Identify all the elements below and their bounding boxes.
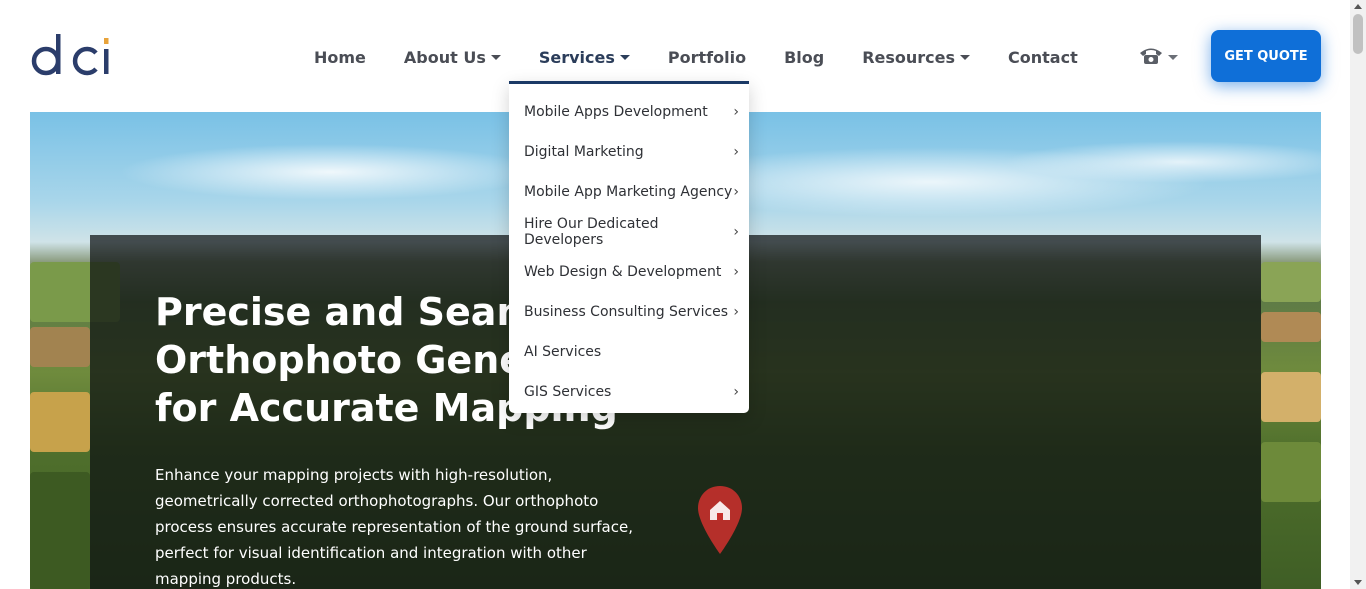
nav-resources[interactable]: Resources — [862, 45, 971, 69]
menu-item-web-design-development[interactable]: Web Design & Development › — [509, 252, 749, 292]
page: Home About Us Services Portfolio Blog Re… — [0, 0, 1366, 589]
phone-dropdown[interactable] — [1138, 45, 1178, 65]
nav-contact[interactable]: Contact — [1008, 45, 1078, 69]
caret-down-icon — [619, 54, 630, 60]
menu-item-hire-dedicated-developers[interactable]: Hire Our Dedicated Developers › — [509, 212, 749, 252]
nav-blog-label: Blog — [784, 47, 825, 67]
menu-item-label: Business Consulting Services — [524, 304, 729, 320]
phone-icon — [1140, 48, 1162, 64]
nav-home[interactable]: Home — [314, 45, 366, 69]
nav-blog[interactable]: Blog — [784, 45, 824, 69]
landscape-field — [30, 327, 90, 367]
landscape-field — [30, 472, 90, 589]
chevron-right-icon: › — [733, 104, 739, 120]
nav-contact-label: Contact — [1008, 47, 1078, 67]
menu-item-label: GIS Services — [524, 384, 612, 400]
menu-item-mobile-apps-development[interactable]: Mobile Apps Development › — [509, 92, 749, 132]
nav-home-label: Home — [314, 47, 366, 67]
landscape-field — [30, 392, 90, 452]
nav-portfolio-label: Portfolio — [667, 47, 747, 67]
nav-about-us-label: About Us — [403, 47, 486, 67]
main-nav: Home About Us Services Portfolio Blog Re… — [314, 45, 1116, 69]
chevron-right-icon: › — [733, 224, 739, 240]
landscape-field — [1261, 372, 1321, 422]
nav-portfolio[interactable]: Portfolio — [668, 45, 746, 69]
get-quote-label: GET QUOTE — [1224, 48, 1308, 64]
menu-item-gis-services[interactable]: GIS Services › — [509, 372, 749, 412]
chevron-right-icon: › — [733, 304, 739, 320]
menu-item-digital-marketing[interactable]: Digital Marketing › — [509, 132, 749, 172]
caret-down-icon — [490, 54, 501, 60]
map-pin-icon — [698, 486, 742, 554]
menu-item-label: Mobile App Marketing Agency — [524, 184, 733, 200]
menu-item-ai-services[interactable]: AI Services — [509, 332, 749, 372]
dci-logo-icon — [31, 34, 109, 76]
nav-about-us[interactable]: About Us — [404, 45, 501, 69]
hero-description: Enhance your mapping projects with high-… — [155, 466, 633, 588]
caret-down-icon — [1168, 54, 1178, 60]
menu-item-mobile-app-marketing-agency[interactable]: Mobile App Marketing Agency › — [509, 172, 749, 212]
landscape-field — [1261, 312, 1321, 342]
site-logo[interactable] — [30, 30, 120, 82]
menu-item-label: Mobile Apps Development — [524, 104, 708, 120]
chevron-right-icon: › — [733, 264, 739, 280]
nav-services[interactable]: Services — [539, 45, 630, 69]
menu-item-label: Hire Our Dedicated Developers — [524, 216, 659, 248]
scroll-up-arrow-icon[interactable] — [1354, 4, 1362, 9]
get-quote-button[interactable]: GET QUOTE — [1211, 30, 1321, 82]
caret-down-icon — [960, 54, 971, 60]
landscape-field — [1261, 442, 1321, 502]
nav-services-label: Services — [538, 47, 615, 67]
menu-item-label: Digital Marketing — [524, 144, 644, 160]
nav-resources-label: Resources — [862, 47, 956, 67]
landscape-field — [1261, 262, 1321, 302]
services-dropdown-menu: Mobile Apps Development › Digital Marketi… — [509, 81, 749, 413]
menu-item-business-consulting-services[interactable]: Business Consulting Services › — [509, 292, 749, 332]
chevron-right-icon: › — [733, 384, 739, 400]
chevron-right-icon: › — [733, 184, 739, 200]
chevron-right-icon: › — [733, 144, 739, 160]
menu-item-label: AI Services — [524, 344, 602, 360]
scroll-down-arrow-icon[interactable] — [1354, 580, 1362, 585]
menu-item-label: Web Design & Development — [524, 264, 722, 280]
page-scrollbar[interactable] — [1350, 0, 1366, 589]
scrollbar-thumb[interactable] — [1353, 14, 1363, 54]
